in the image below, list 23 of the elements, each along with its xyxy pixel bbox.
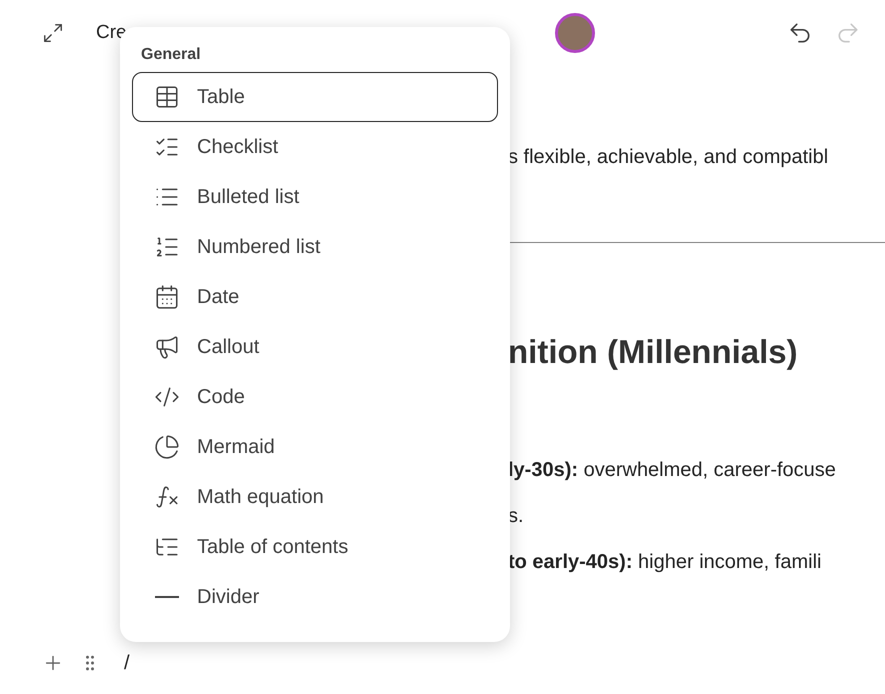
- paragraph-text: ly-30s): overwhelmed, career-focuse: [508, 458, 837, 482]
- pie-chart-icon: [154, 434, 180, 460]
- avatar[interactable]: [555, 13, 595, 53]
- menu-item[interactable]: Mermaid: [132, 422, 498, 472]
- menu-item[interactable]: Bulleted list: [132, 172, 498, 222]
- menu-item[interactable]: Date: [132, 272, 498, 322]
- menu-item[interactable]: Table of contents: [132, 522, 498, 572]
- menu-item[interactable]: Divider: [132, 572, 498, 622]
- function-icon: [154, 484, 180, 510]
- menu-section-label: General: [140, 45, 202, 65]
- calendar-icon: [154, 284, 180, 310]
- megaphone-icon: [154, 334, 180, 360]
- menu-item[interactable]: Table: [132, 72, 498, 122]
- menu-item[interactable]: Numbered list: [132, 222, 498, 272]
- divider-icon: [155, 596, 179, 598]
- expand-icon[interactable]: [42, 22, 64, 44]
- table-icon: [154, 84, 180, 110]
- typed-text: /: [124, 651, 130, 676]
- menu-item[interactable]: Checklist: [132, 122, 498, 172]
- menu-item[interactable]: Callout: [132, 322, 498, 372]
- menu-item[interactable]: Math equation: [132, 472, 498, 522]
- section-heading: nition (Millennials): [508, 332, 799, 372]
- menu-item[interactable]: Code: [132, 372, 498, 422]
